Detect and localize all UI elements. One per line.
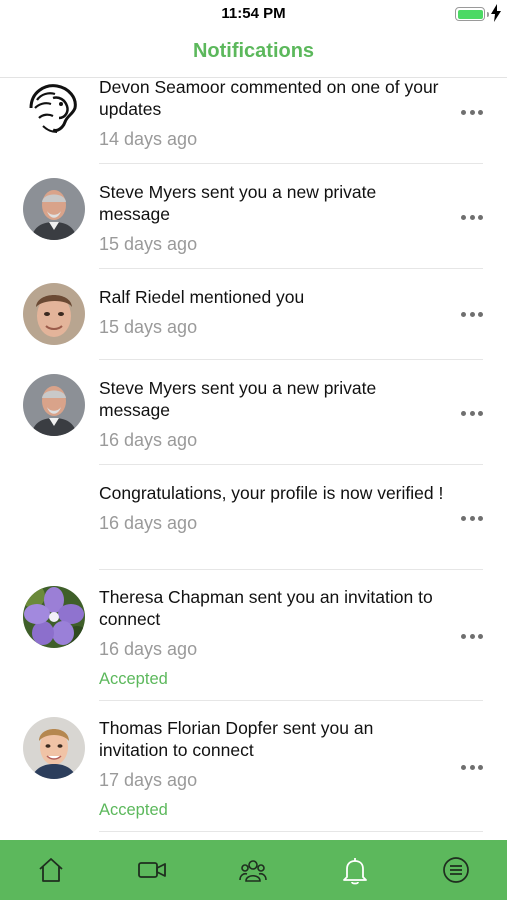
more-options-button[interactable] <box>461 311 483 317</box>
notification-time: 16 days ago <box>99 430 198 450</box>
notification-message: Steve Myers sent you a new private messa… <box>99 182 377 224</box>
notification-time: 15 days ago <box>99 317 198 337</box>
notification-message: Thomas Florian Dopfer sent you an invita… <box>99 718 374 760</box>
notification-message: Devon Seamoor commented on one of your u… <box>99 77 439 119</box>
avatar <box>23 374 85 436</box>
notification-item[interactable]: Thomas Florian Dopfer sent you an invita… <box>0 701 507 832</box>
avatar <box>23 78 85 140</box>
charging-icon <box>491 4 501 22</box>
more-options-button[interactable] <box>461 214 483 220</box>
tab-bar <box>0 840 507 900</box>
notification-content: Devon Seamoor commented on one of your u… <box>99 76 447 150</box>
home-icon <box>39 858 63 882</box>
tab-menu[interactable] <box>406 840 507 900</box>
thomas-dopfer-photo-icon <box>23 717 85 779</box>
notification-content: Steve Myers sent you a new private messa… <box>99 377 447 451</box>
invitation-status: Accepted <box>99 670 168 688</box>
avatar <box>23 717 85 779</box>
battery-fill <box>457 9 483 19</box>
tab-notifications[interactable] <box>304 840 405 900</box>
status-bar: 11:54 PM <box>0 0 507 28</box>
more-options-button[interactable] <box>461 410 483 416</box>
avatar <box>23 178 85 240</box>
notification-content: Ralf Riedel mentioned you 15 days ago <box>99 286 447 338</box>
tab-home[interactable] <box>0 840 101 900</box>
notification-item[interactable]: Steve Myers sent you a new private messa… <box>0 360 507 465</box>
notification-message: Congratulations, your profile is now ver… <box>99 483 444 503</box>
notification-content: Congratulations, your profile is now ver… <box>99 482 447 534</box>
groups-icon <box>239 860 268 882</box>
notification-time: 16 days ago <box>99 513 198 533</box>
more-options-button[interactable] <box>461 515 483 521</box>
notification-list[interactable]: Devon Seamoor commented on one of your u… <box>0 58 507 840</box>
notification-content: Theresa Chapman sent you an invitation t… <box>99 586 447 689</box>
notification-item[interactable]: Congratulations, your profile is now ver… <box>0 465 507 570</box>
status-time: 11:54 PM <box>221 5 286 22</box>
notification-time: 15 days ago <box>99 234 198 254</box>
steve-myers-photo-icon <box>23 374 85 436</box>
avatar <box>23 586 85 648</box>
notification-time: 17 days ago <box>99 770 198 790</box>
notification-time: 14 days ago <box>99 129 198 149</box>
video-icon <box>138 862 166 878</box>
invitation-status: Accepted <box>99 801 168 819</box>
steve-myers-photo-icon <box>23 178 85 240</box>
lion-logo-icon <box>23 78 85 140</box>
notification-item[interactable]: Steve Myers sent you a new private messa… <box>0 164 507 269</box>
page-title: Notifications <box>192 40 315 62</box>
notification-message: Ralf Riedel mentioned you <box>99 287 305 307</box>
menu-list-icon <box>443 857 470 883</box>
notification-content: Thomas Florian Dopfer sent you an invita… <box>99 717 447 820</box>
avatar <box>23 283 85 345</box>
more-options-button[interactable] <box>461 764 483 770</box>
battery-icon <box>455 7 489 21</box>
navigation-bar: Notifications <box>0 28 507 78</box>
flower-photo-icon <box>23 586 85 648</box>
notification-message: Steve Myers sent you a new private messa… <box>99 378 377 420</box>
tab-groups[interactable] <box>203 840 304 900</box>
bell-icon <box>342 858 367 885</box>
more-options-button[interactable] <box>461 109 483 115</box>
tab-video[interactable] <box>102 840 203 900</box>
notification-item[interactable]: Ralf Riedel mentioned you 15 days ago <box>0 269 507 360</box>
notification-message: Theresa Chapman sent you an invitation t… <box>99 587 433 629</box>
notification-time: 16 days ago <box>99 639 198 659</box>
ralf-riedel-photo-icon <box>23 283 85 345</box>
notification-item[interactable]: Theresa Chapman sent you an invitation t… <box>0 570 507 701</box>
notification-content: Steve Myers sent you a new private messa… <box>99 181 447 255</box>
more-options-button[interactable] <box>461 633 483 639</box>
